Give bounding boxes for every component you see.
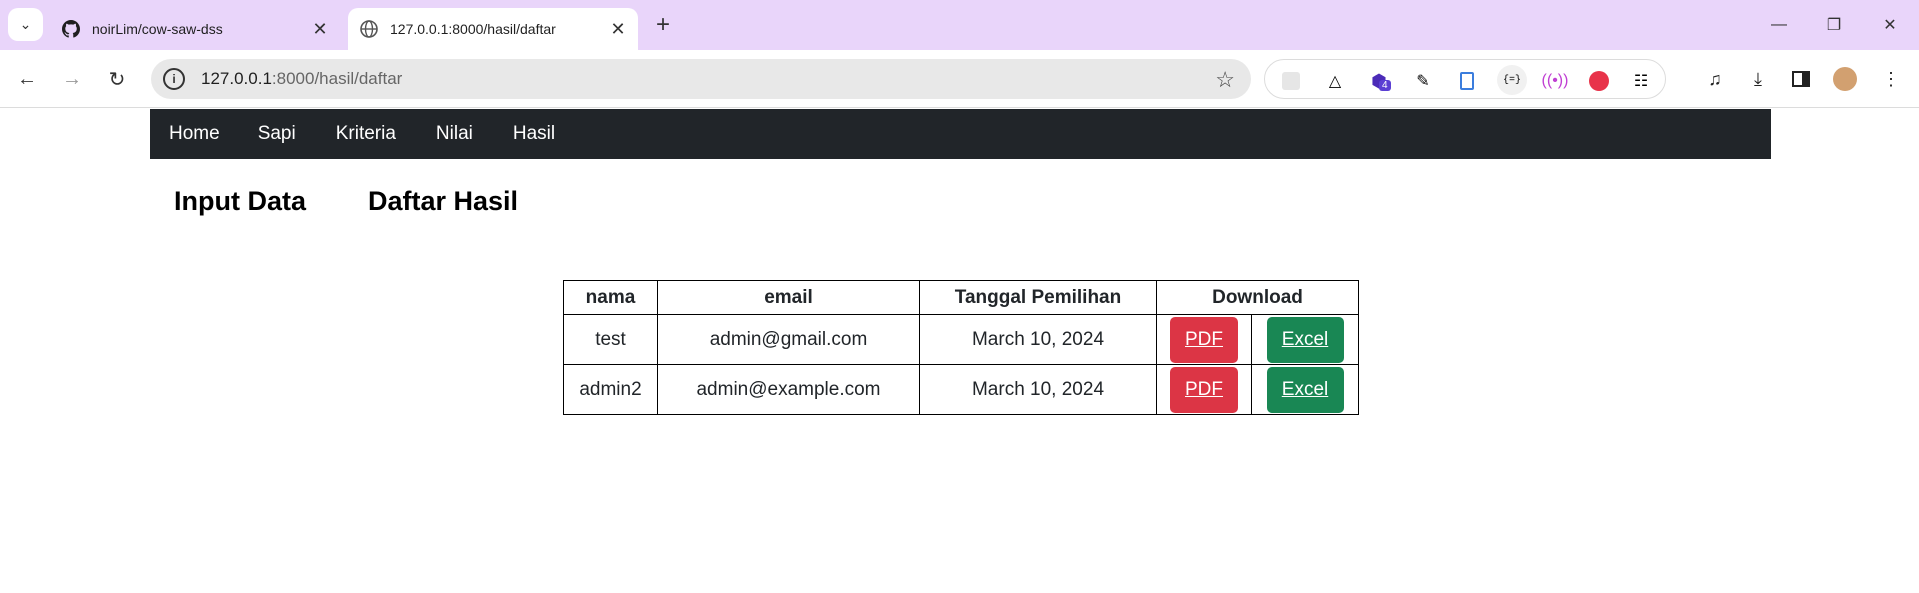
main-navbar: Home Sapi Kriteria Nilai Hasil [150, 109, 1771, 159]
extension-triangle-icon[interactable]: △ [1323, 69, 1347, 93]
chevron-down-icon: ⌄ [19, 16, 32, 32]
bookmark-star-icon[interactable]: ☆ [1215, 67, 1235, 93]
close-tab-icon[interactable]: ✕ [606, 17, 630, 41]
extension-cube-icon[interactable]: ⬢ 4 [1367, 69, 1391, 93]
broadcast-icon[interactable]: ((•)) [1542, 69, 1569, 93]
tab-title: 127.0.0.1:8000/hasil/daftar [390, 21, 556, 37]
hasil-table: nama email Tanggal Pemilihan Download te… [563, 280, 1359, 415]
tab-strip: ⌄ noirLim/cow-saw-dss ✕ 127.0.0.1:8000/h… [0, 0, 1919, 50]
cell-tanggal: March 10, 2024 [919, 364, 1157, 415]
table-row: test admin@gmail.com March 10, 2024 PDF … [563, 314, 1359, 365]
nav-nilai[interactable]: Nilai [436, 123, 473, 145]
tab-search-button[interactable]: ⌄ [8, 8, 43, 41]
column-header-email: email [657, 280, 920, 315]
json-viewer-icon[interactable]: {=} [1497, 65, 1527, 95]
tab-title: noirLim/cow-saw-dss [92, 21, 223, 37]
cell-excel: Excel [1251, 314, 1359, 365]
tab-github[interactable]: noirLim/cow-saw-dss ✕ [50, 8, 340, 50]
nav-home[interactable]: Home [169, 123, 220, 145]
side-panel-icon[interactable] [1788, 66, 1814, 92]
column-header-download: Download [1156, 280, 1359, 315]
close-window-icon[interactable]: ✕ [1862, 0, 1918, 50]
cell-nama: test [563, 314, 658, 365]
puzzle-icon[interactable]: ☷ [1629, 69, 1653, 93]
site-info-icon[interactable]: i [163, 68, 185, 90]
eyedropper-icon[interactable]: ✎ [1411, 69, 1435, 93]
pdf-download-button[interactable]: PDF [1170, 366, 1238, 413]
pdf-download-button[interactable]: PDF [1170, 316, 1238, 363]
excel-download-button[interactable]: Excel [1266, 366, 1344, 413]
restore-icon[interactable]: ❐ [1806, 0, 1862, 50]
extension-red-circle-icon[interactable] [1587, 69, 1611, 93]
extensions-group: △ ⬢ 4 ✎ {=} ((•)) ☷ [1264, 59, 1666, 99]
url-text: 127.0.0.1:8000/hasil/daftar [201, 69, 403, 88]
media-control-icon[interactable]: ♫ [1702, 66, 1728, 92]
address-bar[interactable]: i 127.0.0.1:8000/hasil/daftar ☆ [151, 59, 1251, 99]
input-data-link[interactable]: Input Data [174, 186, 306, 217]
cell-nama: admin2 [563, 364, 658, 415]
github-icon [62, 20, 80, 38]
cell-pdf: PDF [1156, 364, 1252, 415]
download-icon[interactable]: ⤓ [1745, 66, 1771, 92]
minimize-icon[interactable]: — [1751, 0, 1807, 50]
extension-clipboard-icon[interactable] [1455, 69, 1479, 93]
close-tab-icon[interactable]: ✕ [308, 17, 332, 41]
forward-icon[interactable]: → [58, 65, 86, 93]
column-header-tanggal: Tanggal Pemilihan [919, 280, 1157, 315]
excel-download-button[interactable]: Excel [1266, 316, 1344, 363]
menu-kebab-icon[interactable]: ⋮ [1878, 66, 1904, 92]
table-header-row: nama email Tanggal Pemilihan Download [563, 280, 1359, 315]
cell-email: admin@example.com [657, 364, 920, 415]
extension-blank-icon[interactable] [1279, 69, 1303, 93]
reload-icon[interactable]: ↻ [103, 65, 131, 93]
cell-tanggal: March 10, 2024 [919, 314, 1157, 365]
cell-excel: Excel [1251, 364, 1359, 415]
extension-badge: 4 [1379, 80, 1391, 91]
nav-kriteria[interactable]: Kriteria [336, 123, 396, 145]
globe-icon [360, 20, 378, 38]
back-icon[interactable]: ← [13, 65, 41, 93]
nav-sapi[interactable]: Sapi [258, 123, 296, 145]
nav-hasil[interactable]: Hasil [513, 123, 555, 145]
column-header-nama: nama [563, 280, 658, 315]
tab-hasil-daftar[interactable]: 127.0.0.1:8000/hasil/daftar ✕ [348, 8, 638, 50]
daftar-hasil-link[interactable]: Daftar Hasil [368, 186, 518, 217]
table-row: admin2 admin@example.com March 10, 2024 … [563, 364, 1359, 415]
new-tab-button[interactable]: + [650, 11, 676, 38]
cell-email: admin@gmail.com [657, 314, 920, 365]
profile-avatar[interactable] [1832, 66, 1858, 92]
browser-toolbar: ← → ↻ i 127.0.0.1:8000/hasil/daftar ☆ △ … [0, 50, 1919, 108]
cell-pdf: PDF [1156, 314, 1252, 365]
